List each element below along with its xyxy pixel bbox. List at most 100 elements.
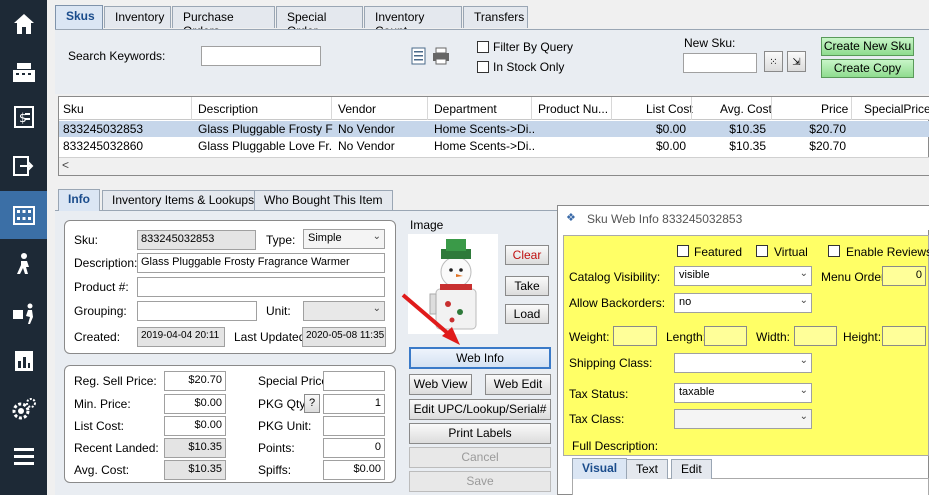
menu-icon[interactable]	[0, 432, 47, 480]
web-edit-button[interactable]: Web Edit	[485, 374, 551, 395]
in-stock-only-checkbox[interactable]	[477, 61, 489, 73]
tab-edit[interactable]: Edit	[671, 459, 712, 479]
length-label: Length:	[666, 330, 707, 344]
horizontal-scrollbar[interactable]	[59, 157, 929, 175]
points-field[interactable]: 0	[323, 438, 385, 458]
load-image-button[interactable]: Load	[505, 304, 549, 324]
col-description[interactable]: Description	[198, 102, 258, 116]
type-label: Type:	[266, 233, 296, 247]
sku-field: 833245032853	[137, 230, 256, 250]
new-sku-input[interactable]	[683, 53, 757, 73]
settings-icon[interactable]	[0, 385, 47, 433]
weight-field[interactable]	[613, 326, 657, 346]
tax-class-select[interactable]: ⌄	[674, 409, 812, 429]
featured-label: Featured	[694, 245, 743, 259]
tab-text[interactable]: Text	[626, 459, 669, 479]
min-price-field[interactable]: $0.00	[164, 394, 226, 414]
width-field[interactable]	[794, 326, 837, 346]
print-list-icon[interactable]	[411, 47, 451, 68]
tab-who-bought[interactable]: Who Bought This Item	[254, 190, 393, 210]
weight-label: Weight:	[569, 330, 610, 344]
search-input[interactable]	[201, 46, 321, 66]
reg-sell-price-field[interactable]: $20.70	[164, 371, 226, 391]
pkg-qty-help-button[interactable]: ?	[304, 394, 320, 413]
col-avg-cost[interactable]: Avg. Cost	[720, 102, 772, 116]
print-labels-button[interactable]: Print Labels	[409, 423, 551, 444]
col-special-price[interactable]: SpecialPrice	[864, 102, 929, 116]
tab-visual[interactable]: Visual	[572, 458, 628, 479]
col-list-cost[interactable]: List Cost	[646, 102, 693, 116]
sidebar: $	[0, 0, 47, 495]
inventory-icon[interactable]	[0, 191, 47, 239]
product-number-field[interactable]	[137, 277, 385, 297]
invoice-icon[interactable]: $	[0, 93, 47, 141]
shipping-class-label: Shipping Class:	[569, 356, 653, 370]
generate-sku-icon[interactable]: ⇲	[787, 51, 806, 72]
table-row[interactable]: 833245032853 Glass Pluggable Frosty Fr..…	[59, 121, 929, 137]
unit-select[interactable]: ⌄	[303, 301, 385, 321]
enable-reviews-checkbox[interactable]	[828, 245, 840, 257]
shipping-icon[interactable]	[0, 290, 47, 338]
tab-transfers[interactable]: Transfers	[463, 6, 528, 28]
cell-price: $20.70	[809, 122, 846, 136]
chevron-down-icon: ⌄	[799, 355, 808, 366]
take-image-button[interactable]: Take	[505, 276, 549, 296]
shipping-class-select[interactable]: ⌄	[674, 353, 812, 373]
clear-image-button[interactable]: Clear	[505, 245, 549, 265]
type-select[interactable]: Simple ⌄	[303, 229, 385, 249]
special-price-field[interactable]	[323, 371, 385, 391]
col-divider	[427, 97, 428, 120]
create-new-sku-button[interactable]: Create New Sku	[821, 37, 914, 56]
delivery-icon[interactable]	[0, 240, 47, 288]
col-divider	[691, 97, 692, 120]
edit-upc-button[interactable]: Edit UPC/Lookup/Serial#	[409, 399, 551, 420]
cancel-button[interactable]: Cancel	[409, 447, 551, 468]
exit-icon[interactable]	[0, 142, 47, 190]
chevron-down-icon: ⌄	[799, 385, 808, 396]
reports-icon[interactable]	[0, 337, 47, 385]
tab-purchase-orders[interactable]: Purchase Orders	[172, 6, 275, 38]
col-product-number[interactable]: Product Nu...	[538, 102, 608, 116]
create-copy-button[interactable]: Create Copy	[821, 59, 914, 78]
tax-status-select[interactable]: taxable ⌄	[674, 383, 812, 403]
register-icon[interactable]	[0, 48, 47, 96]
random-sku-icon[interactable]: ⁙	[764, 51, 783, 72]
catalog-visibility-value: visible	[679, 269, 710, 281]
col-department[interactable]: Department	[434, 102, 497, 116]
col-sku[interactable]: Sku	[63, 102, 84, 116]
scroll-left-icon[interactable]: <	[62, 158, 69, 172]
menu-order-field[interactable]: 0	[882, 266, 926, 286]
filter-by-query-checkbox[interactable]	[477, 41, 489, 53]
tab-special-order[interactable]: Special Order	[276, 6, 363, 38]
search-label: Search Keywords:	[68, 49, 166, 63]
tab-skus[interactable]: Skus	[55, 5, 103, 29]
col-vendor[interactable]: Vendor	[338, 102, 376, 116]
tab-inventory[interactable]: Inventory	[104, 6, 171, 28]
description-field[interactable]: Glass Pluggable Frosty Fragrance Warmer	[137, 253, 385, 273]
tab-inventory-items[interactable]: Inventory Items & Lookups	[102, 190, 265, 210]
col-divider	[191, 97, 192, 120]
grouping-field[interactable]	[137, 301, 257, 321]
virtual-label: Virtual	[774, 245, 808, 259]
table-row[interactable]: 833245032860 Glass Pluggable Love Fr... …	[59, 138, 929, 154]
tab-info[interactable]: Info	[58, 189, 100, 211]
spiffs-field[interactable]: $0.00	[323, 460, 385, 480]
tax-status-label: Tax Status:	[569, 387, 629, 401]
catalog-visibility-select[interactable]: visible ⌄	[674, 266, 812, 286]
height-field[interactable]	[882, 326, 926, 346]
list-cost-field[interactable]: $0.00	[164, 416, 226, 436]
col-price[interactable]: Price	[821, 102, 848, 116]
pkg-unit-field[interactable]	[323, 416, 385, 436]
description-editor[interactable]	[572, 478, 929, 495]
length-field[interactable]	[704, 326, 747, 346]
tab-inventory-count[interactable]: Inventory Count	[364, 6, 462, 38]
home-icon[interactable]	[0, 0, 47, 48]
pkg-qty-field[interactable]: 1	[323, 394, 385, 414]
web-view-button[interactable]: Web View	[409, 374, 472, 395]
featured-checkbox[interactable]	[677, 245, 689, 257]
virtual-checkbox[interactable]	[756, 245, 768, 257]
created-field: 2019-04-04 20:11	[137, 327, 225, 347]
save-button[interactable]: Save	[409, 471, 551, 492]
allow-backorders-select[interactable]: no ⌄	[674, 293, 812, 313]
cell-sku: 833245032853	[63, 122, 144, 136]
